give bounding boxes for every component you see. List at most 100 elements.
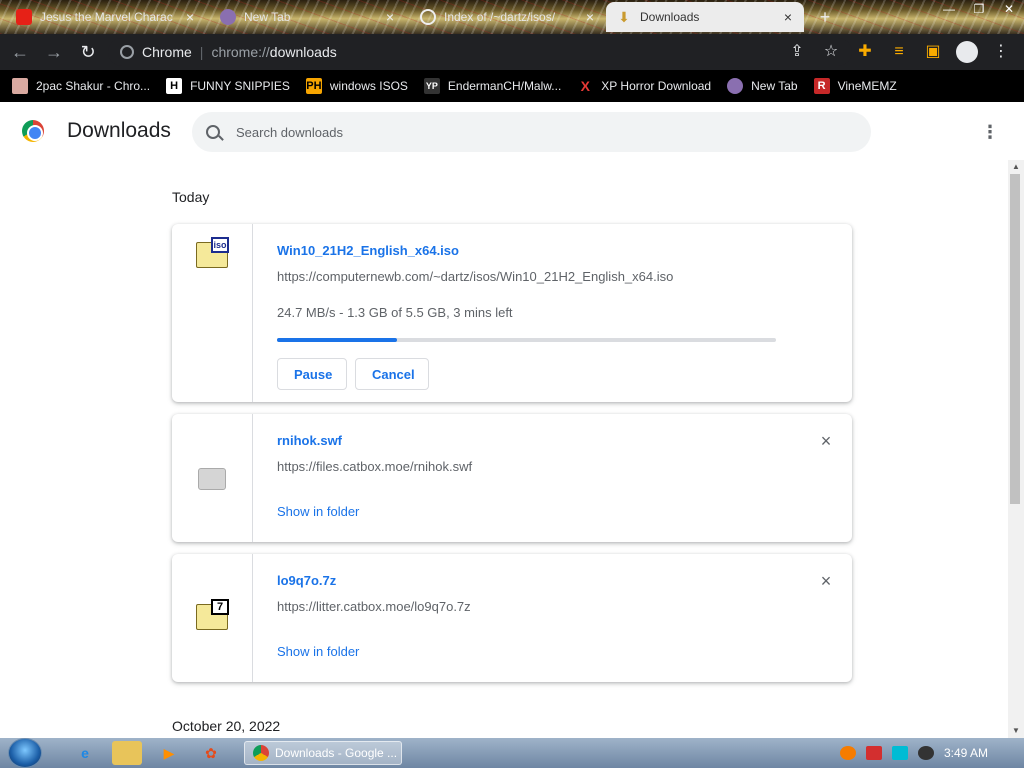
reload-icon[interactable]: ↻: [74, 38, 102, 66]
share-icon[interactable]: ⇪: [780, 38, 814, 66]
scroll-up-icon[interactable]: ▲: [1011, 162, 1021, 172]
show-in-folder-link[interactable]: Show in folder: [277, 644, 359, 659]
forward-icon[interactable]: →: [40, 38, 68, 66]
newtab-icon: [220, 9, 236, 25]
page-header: Downloads ⋮: [0, 102, 1010, 160]
close-icon[interactable]: ×: [780, 9, 796, 25]
bookmark-funny-snippies[interactable]: H FUNNY SNIPPIES: [166, 78, 290, 94]
bookmark-label: VineMEMZ: [837, 79, 897, 93]
scroll-down-icon[interactable]: ▼: [1011, 726, 1021, 736]
download-icon: ⬇: [618, 9, 630, 25]
search-tray-icon[interactable]: [839, 746, 856, 760]
star-icon[interactable]: ☆: [814, 38, 848, 66]
menu-icon[interactable]: ⋮: [984, 38, 1018, 66]
archive-file-icon: 7: [196, 599, 229, 630]
bookmark-windows-isos[interactable]: PH windows ISOS: [305, 78, 408, 94]
chrome-site-icon: [120, 45, 134, 59]
file-name-link[interactable]: Win10_21H2_English_x64.iso: [277, 243, 459, 258]
tab-title: Downloads: [640, 10, 700, 24]
file-name-link[interactable]: lo9q7o.7z: [277, 573, 336, 588]
section-older: October 20, 2022: [172, 718, 281, 734]
x-badge-icon: X: [580, 78, 590, 94]
url-scheme: chrome://: [211, 44, 270, 60]
search-box[interactable]: [192, 112, 871, 152]
reading-list-icon[interactable]: ≡: [882, 38, 916, 66]
tab-downloads[interactable]: ⬇ Downloads ×: [606, 2, 804, 32]
omnibox-divider: |: [199, 44, 204, 60]
bookmark-label: New Tab: [751, 79, 798, 93]
file-explorer-icon[interactable]: [112, 741, 142, 765]
downloads-page: Downloads ⋮ ▲ ▼ Today iso Win10_21H2_Eng…: [0, 102, 1024, 738]
bookmark-icon: [12, 78, 28, 94]
extensions-icon[interactable]: ✚: [848, 38, 882, 66]
file-url[interactable]: https://litter.catbox.moe/lo9q7o.7z: [277, 599, 471, 614]
clock[interactable]: 3:49 AM: [944, 746, 988, 760]
file-url[interactable]: https://computernewb.com/~dartz/isos/Win…: [277, 269, 673, 284]
toolbar: ← → ↻ Chrome | chrome:// downloads ⇪ ☆ ✚…: [0, 34, 1024, 70]
swf-file-icon: [198, 468, 226, 490]
bookmark-xp-horror[interactable]: X XP Horror Download: [577, 78, 712, 94]
new-tab-button[interactable]: +: [814, 6, 836, 28]
tab-new-tab[interactable]: New Tab ×: [210, 2, 406, 32]
newtab-icon: [727, 78, 744, 94]
bookmark-vinememz[interactable]: R VineMEMZ: [813, 78, 897, 94]
system-tray: 3:49 AM: [830, 738, 1024, 768]
scrollbar-thumb[interactable]: [1010, 174, 1020, 504]
h-badge-icon: H: [166, 78, 183, 94]
bookmark-new-tab[interactable]: New Tab: [727, 78, 798, 94]
remove-icon[interactable]: ×: [818, 432, 834, 450]
close-icon[interactable]: ×: [382, 9, 398, 25]
internet-explorer-icon[interactable]: e: [70, 741, 100, 765]
7z-badge: 7: [211, 599, 229, 615]
start-button[interactable]: [8, 738, 42, 768]
avatar[interactable]: [956, 41, 978, 63]
taskbar-chrome-window[interactable]: Downloads - Google ...: [244, 741, 402, 765]
globe-icon: [420, 9, 436, 25]
back-icon[interactable]: ←: [6, 38, 34, 66]
address-bar[interactable]: Chrome | chrome:// downloads: [108, 38, 852, 66]
bookmark-2pac[interactable]: 2pac Shakur - Chro...: [12, 78, 150, 94]
show-in-folder-link[interactable]: Show in folder: [277, 504, 359, 519]
bookmark-label: FUNNY SNIPPIES: [190, 79, 290, 93]
section-today: Today: [172, 189, 210, 205]
file-url[interactable]: https://files.catbox.moe/rnihok.swf: [277, 459, 472, 474]
speaker-icon[interactable]: [917, 746, 934, 760]
media-player-icon[interactable]: ▶: [154, 741, 184, 765]
toolbar-actions: ⇪ ☆ ✚ ≡ ▣ ⋮: [780, 38, 1018, 66]
flag-icon[interactable]: [865, 746, 882, 760]
monitor-icon[interactable]: [891, 746, 908, 760]
tab-title: Index of /~dartz/isos/: [444, 10, 556, 24]
tab-youtube[interactable]: Jesus the Marvel Charac ×: [6, 2, 206, 32]
progress-bar: [277, 338, 776, 342]
tab-title: New Tab: [244, 10, 291, 24]
file-icon-column: iso: [172, 224, 253, 402]
close-window-icon[interactable]: ✕: [994, 0, 1024, 20]
side-panel-icon[interactable]: ▣: [916, 38, 950, 66]
search-input[interactable]: [236, 124, 836, 140]
chrome-icon: [253, 745, 269, 761]
more-options-icon[interactable]: ⋮: [980, 122, 1000, 142]
bookmark-label: windows ISOS: [329, 79, 408, 93]
scrollbar[interactable]: ▲ ▼: [1008, 160, 1024, 738]
minimize-icon[interactable]: —: [934, 0, 964, 20]
close-icon[interactable]: ×: [182, 9, 198, 25]
pause-button[interactable]: Pause: [277, 358, 347, 390]
maximize-icon[interactable]: ❐: [964, 0, 994, 20]
bookmark-label: EndermanCH/Malw...: [447, 79, 562, 93]
cancel-button[interactable]: Cancel: [355, 358, 429, 390]
ph-badge-icon: PH: [305, 78, 322, 94]
close-icon[interactable]: ×: [582, 9, 598, 25]
remove-icon[interactable]: ×: [818, 572, 834, 590]
site-label: Chrome: [142, 44, 192, 60]
paint-icon[interactable]: ✿: [196, 741, 226, 765]
bookmarks-bar: 2pac Shakur - Chro... H FUNNY SNIPPIES P…: [0, 70, 1024, 102]
r-badge-icon: R: [813, 78, 830, 94]
taskbar: e ▶ ✿ Downloads - Google ... 3:49 AM: [0, 738, 1024, 768]
file-icon-column: 7: [172, 554, 253, 682]
url-path: downloads: [269, 44, 337, 60]
file-name-link[interactable]: rnihok.swf: [277, 433, 342, 448]
download-card: 7 lo9q7o.7z × https://litter.catbox.moe/…: [172, 554, 852, 682]
bookmark-endermanch[interactable]: YP EndermanCH/Malw...: [423, 78, 562, 94]
title-bar: Jesus the Marvel Charac × New Tab × Inde…: [0, 0, 1024, 34]
tab-index[interactable]: Index of /~dartz/isos/ ×: [410, 2, 606, 32]
